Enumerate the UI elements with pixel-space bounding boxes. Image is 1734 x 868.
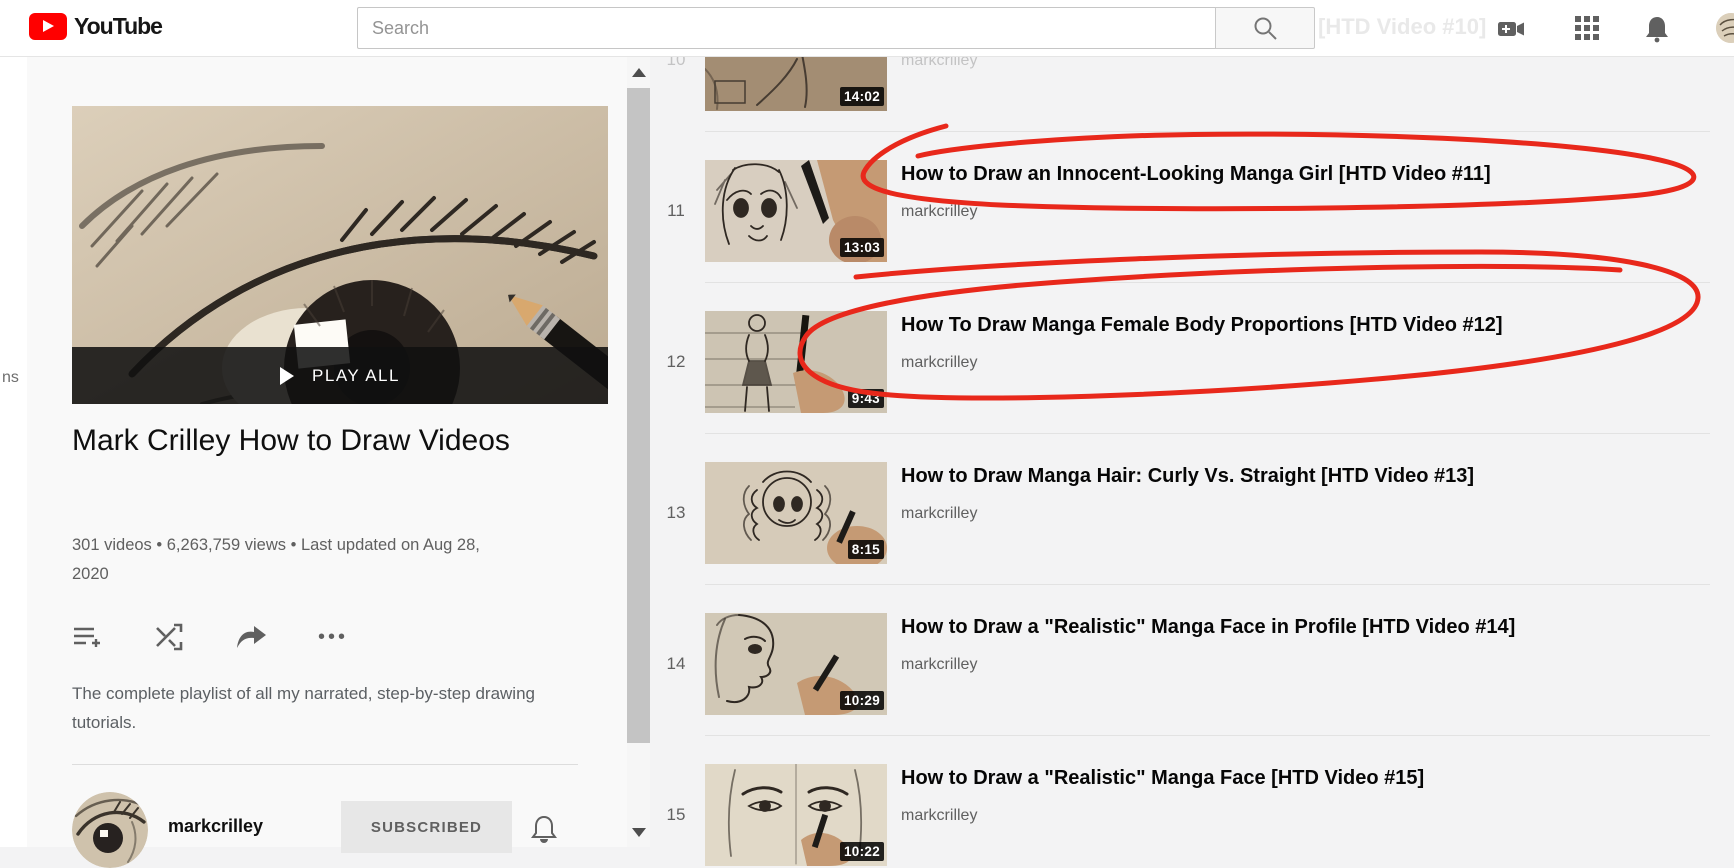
share-icon[interactable] (236, 622, 266, 652)
video-duration-badge: 14:02 (840, 87, 884, 106)
playlist-thumbnail[interactable]: PLAY ALL (72, 106, 608, 404)
youtube-wordmark: YouTube (74, 13, 162, 40)
youtube-logo[interactable]: YouTube (29, 13, 162, 40)
account-avatar[interactable] (1716, 13, 1734, 43)
video-row: 13 8:15 How to Draw Manga Hair: Curly Vs… (650, 462, 1734, 564)
row-divider (705, 735, 1710, 736)
add-to-playlist-icon[interactable] (72, 622, 102, 652)
scroll-down-arrow[interactable] (632, 828, 646, 837)
video-title[interactable]: How to Draw Manga Hair: Curly Vs. Straig… (901, 465, 1721, 488)
playlist-stats: 301 videos • 6,263,759 views • Last upda… (72, 531, 517, 589)
video-index: 12 (658, 352, 694, 372)
playlist-panel: PLAY ALL Mark Crilley How to Draw Videos… (27, 56, 627, 847)
playlist-title: Mark Crilley How to Draw Videos (72, 420, 512, 461)
guide-partial-label: ns (2, 369, 19, 387)
video-duration-badge: 10:29 (840, 691, 884, 710)
channel-avatar[interactable] (72, 792, 148, 868)
video-channel[interactable]: markcrilley (901, 203, 977, 221)
video-thumbnail[interactable]: 13:03 (705, 160, 887, 262)
divider (72, 764, 578, 765)
play-all-button[interactable]: PLAY ALL (72, 347, 608, 404)
video-thumbnail[interactable]: 9:43 (705, 311, 887, 413)
video-index: 11 (658, 201, 694, 221)
play-all-label: PLAY ALL (312, 366, 400, 386)
more-actions-icon[interactable]: ••• (318, 622, 348, 652)
video-title[interactable]: How to Draw a "Realistic" Manga Face in … (901, 616, 1721, 639)
scrollbar-thumb[interactable] (627, 88, 650, 743)
video-duration-badge: 9:43 (848, 389, 884, 408)
panel-scrollbar[interactable] (627, 56, 650, 847)
video-channel[interactable]: markcrilley (901, 354, 977, 372)
video-duration-badge: 13:03 (840, 238, 884, 257)
video-channel[interactable]: markcrilley (901, 807, 977, 825)
scroll-up-arrow[interactable] (632, 68, 646, 77)
video-title[interactable]: How To Draw Manga Female Body Proportion… (901, 314, 1721, 337)
video-index: 15 (658, 805, 694, 825)
video-index: 13 (658, 503, 694, 523)
video-title[interactable]: How to Draw a "Realistic" Manga Face [HT… (901, 767, 1721, 790)
row-divider (705, 282, 1710, 283)
play-icon (280, 367, 294, 385)
video-row: 11 13:03 How to Draw an Innocent-Looking… (650, 160, 1734, 262)
search-button[interactable] (1215, 7, 1315, 49)
search-icon (1252, 15, 1278, 41)
video-thumbnail[interactable]: 10:29 (705, 613, 887, 715)
playlist-actions: ••• (72, 622, 400, 652)
row-divider (705, 433, 1710, 434)
video-channel[interactable]: markcrilley (901, 656, 977, 674)
shuffle-icon[interactable] (154, 622, 184, 652)
notifications-bell-icon[interactable] (1643, 15, 1671, 43)
video-duration-badge: 8:15 (848, 540, 884, 559)
youtube-play-icon (29, 13, 67, 40)
video-thumbnail[interactable]: 10:22 (705, 764, 887, 866)
video-channel[interactable]: markcrilley (901, 505, 977, 523)
playlist-description: The complete playlist of all my narrated… (72, 679, 542, 737)
playlist-video-list: 10 14:02 markcrilley 11 13:03 How to Dra… (650, 0, 1734, 847)
video-thumbnail[interactable]: 8:15 (705, 462, 887, 564)
channel-name[interactable]: markcrilley (168, 816, 263, 837)
apps-grid-icon[interactable] (1574, 15, 1602, 43)
subscribed-button[interactable]: SUBSCRIBED (341, 801, 512, 853)
ghost-tooltip-text: [HTD Video #10] (1318, 14, 1486, 40)
create-video-icon[interactable] (1497, 15, 1525, 43)
row-divider (705, 131, 1710, 132)
video-duration-badge: 10:22 (840, 842, 884, 861)
row-divider (705, 584, 1710, 585)
video-row: 12 9:43 How To Draw Manga Female Body Pr… (650, 311, 1734, 413)
guide-strip: ns (0, 56, 27, 847)
video-index: 14 (658, 654, 694, 674)
notification-bell-outline-icon[interactable] (529, 814, 559, 844)
video-row: 14 10:29 How to Draw a "Realistic" Manga… (650, 613, 1734, 715)
video-title[interactable]: How to Draw an Innocent-Looking Manga Gi… (901, 163, 1721, 186)
video-row: 15 10:22 How to Draw a "Realistic" Manga… (650, 764, 1734, 866)
top-bar: YouTube [HTD Video #10] (0, 0, 1734, 57)
search-input[interactable] (357, 7, 1215, 49)
avatar-eye-art (72, 792, 148, 868)
